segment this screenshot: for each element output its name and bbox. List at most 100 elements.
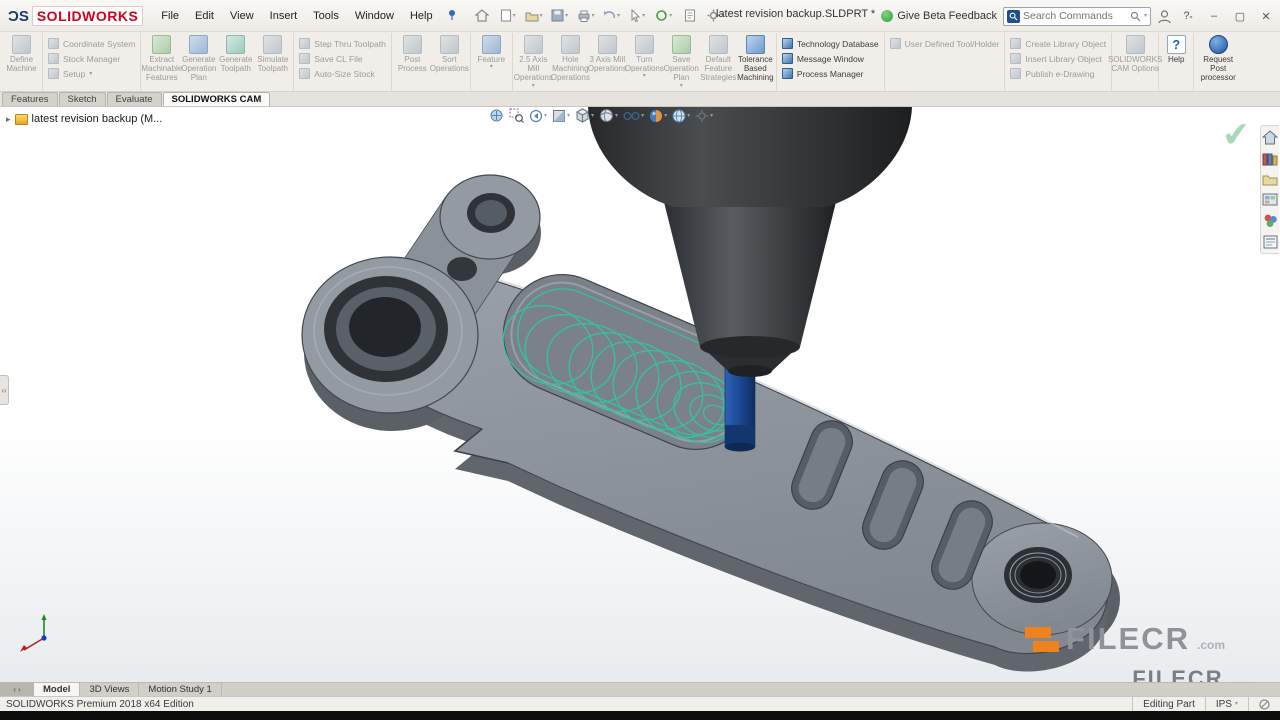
default-feature-strategies-button[interactable]: Default Feature Strategies — [700, 33, 737, 83]
display-style-button[interactable]: ▾ — [598, 107, 619, 124]
auto-size-stock-button[interactable]: Auto-Size Stock — [299, 68, 386, 79]
simulate-toolpath-button[interactable]: Simulate Toolpath — [254, 33, 291, 73]
new-document-button[interactable]: ▾ — [496, 6, 520, 26]
beta-feedback-button[interactable]: Give Beta Feedback — [881, 10, 997, 22]
mill-25axis-operations-icon — [523, 35, 543, 54]
maximize-button[interactable]: ▢ — [1230, 10, 1250, 23]
coordinate-system-button[interactable]: Coordinate System — [48, 38, 135, 49]
tab-solidworks-cam[interactable]: SOLIDWORKS CAM — [162, 92, 271, 106]
print-button[interactable]: ▾ — [574, 6, 598, 26]
custom-properties-icon[interactable] — [1263, 235, 1278, 249]
status-bar: SOLIDWORKS Premium 2018 x64 Edition Edit… — [0, 696, 1280, 711]
3d-scene[interactable] — [0, 107, 1280, 682]
part-main-boss[interactable] — [301, 256, 479, 414]
zoom-to-fit-button[interactable] — [488, 107, 505, 124]
define-machine-button[interactable]: Define Machine — [3, 33, 40, 73]
hole-machining-operations-button[interactable]: Hole Machining Operations — [551, 33, 590, 83]
tree-expand-icon[interactable]: ▸ — [6, 114, 11, 125]
request-post-processor-button[interactable]: Request Post processor — [1196, 33, 1240, 83]
part-threaded-hole[interactable] — [1004, 547, 1072, 603]
minimize-button[interactable]: – — [1204, 10, 1224, 22]
post-process-button[interactable]: Post Process — [394, 33, 431, 73]
cam-options-button[interactable]: SOLIDWORKS CAM Options — [1108, 33, 1162, 73]
save-cl-file-button[interactable]: Save CL File — [299, 53, 386, 64]
create-library-object-button[interactable]: Create Library Object — [1010, 38, 1106, 49]
zoom-to-area-button[interactable] — [508, 107, 525, 124]
search-commands-input[interactable] — [1023, 10, 1127, 22]
tab-evaluate[interactable]: Evaluate — [106, 92, 162, 106]
menu-help[interactable]: Help — [402, 6, 441, 26]
tab-sketch[interactable]: Sketch — [58, 92, 106, 106]
technology-database-button[interactable]: Technology Database — [781, 38, 879, 49]
tolerance-based-machining-button[interactable]: Tolerance Based Machining — [737, 33, 774, 83]
turn-operations-button[interactable]: Turn Operations ▾ — [625, 33, 664, 79]
sort-operations-button[interactable]: Sort Operations — [430, 33, 469, 73]
menu-insert[interactable]: Insert — [262, 6, 306, 26]
process-manager-button[interactable]: Process Manager — [781, 68, 879, 79]
auto-size-stock-icon — [299, 68, 311, 79]
message-window-button[interactable]: Message Window — [781, 53, 879, 64]
tab-scroll-buttons[interactable]: ‹ › — [0, 683, 34, 696]
mill-3axis-operations-button[interactable]: 3 Axis Mill Operations — [588, 33, 627, 73]
menu-view[interactable]: View — [222, 6, 262, 26]
tab-features[interactable]: Features — [2, 92, 58, 106]
stock-manager-button[interactable]: Stock Manager — [48, 53, 135, 64]
tab-3d-views[interactable]: 3D Views — [80, 683, 140, 696]
ribbon-group-machine: Define Machine — [1, 33, 43, 91]
step-thru-toolpath-button[interactable]: Step Thru Toolpath — [299, 38, 386, 49]
pin-menu-icon[interactable] — [441, 9, 464, 23]
beta-feedback-icon — [881, 10, 894, 22]
rebuild-button[interactable]: ▾ — [652, 6, 676, 26]
file-explorer-icon[interactable] — [1262, 173, 1278, 186]
command-manager-ribbon: Define Machine Coordinate System Stock M… — [0, 32, 1280, 92]
menu-window[interactable]: Window — [347, 6, 402, 26]
hide-show-items-button[interactable]: ▾ — [622, 109, 645, 123]
file-properties-button[interactable] — [678, 6, 702, 26]
save-button[interactable]: ▾ — [548, 6, 572, 26]
edit-appearance-button[interactable]: ▾ — [648, 108, 668, 124]
generate-operation-plan-button[interactable]: Generate Operation Plan — [180, 33, 217, 83]
tab-motion-study[interactable]: Motion Study 1 — [139, 683, 222, 696]
units-selector[interactable]: IPS ▾ — [1204, 697, 1248, 711]
menu-edit[interactable]: Edit — [187, 6, 222, 26]
view-orientation-button[interactable]: ▾ — [574, 107, 595, 124]
generate-toolpath-button[interactable]: Generate Toolpath — [217, 33, 254, 73]
view-palette-icon[interactable] — [1262, 193, 1278, 206]
apply-scene-button[interactable]: ▾ — [671, 108, 691, 124]
user-defined-tool-holder-button[interactable]: User Defined Tool/Holder — [889, 38, 999, 49]
menu-file[interactable]: File — [153, 6, 187, 26]
undo-button[interactable]: ▾ — [600, 6, 624, 26]
menu-tools[interactable]: Tools — [305, 6, 347, 26]
setup-icon — [48, 68, 59, 79]
publish-e-drawing-button[interactable]: Publish e-Drawing — [1010, 68, 1106, 79]
section-view-button[interactable]: ▾ — [551, 108, 571, 124]
mill-25axis-operations-button[interactable]: 2.5 Axis Mill Operations ▾ — [514, 33, 553, 89]
solidworks-resources-icon[interactable] — [1262, 130, 1278, 145]
process-manager-icon — [781, 68, 793, 79]
view-settings-button[interactable]: ▾ — [694, 108, 714, 124]
feature-tree-root[interactable]: ▸ latest revision backup (M... — [6, 113, 162, 125]
insert-library-object-button[interactable]: Insert Library Object — [1010, 53, 1106, 64]
design-library-icon[interactable] — [1262, 152, 1278, 166]
graphics-viewport[interactable]: ▾ ▾ ▾ ▾ ▾ ▾ ▾ ▾ ▸ latest revision backup… — [0, 107, 1280, 682]
home-button[interactable] — [470, 6, 494, 26]
select-button[interactable]: ▾ — [626, 6, 650, 26]
appearances-scenes-icon[interactable] — [1263, 213, 1278, 228]
close-button[interactable]: ✕ — [1256, 10, 1276, 23]
panel-collapse-tab[interactable]: ‹‹ — [0, 375, 9, 405]
tab-model[interactable]: Model — [34, 683, 81, 696]
ribbon-group-operations: 2.5 Axis Mill Operations ▾ Hole Machinin… — [513, 33, 777, 91]
save-operation-plan-button[interactable]: Save Operation Plan ▾ — [663, 33, 700, 89]
feature-button[interactable]: Feature ▾ — [473, 33, 510, 70]
define-machine-icon — [12, 35, 31, 54]
extract-machinable-features-button[interactable]: Extract Machinable Features — [141, 33, 182, 83]
help-menu-button[interactable]: ?▾ — [1178, 10, 1198, 22]
search-dropdown-icon[interactable]: ▾ — [1144, 13, 1147, 19]
custom-properties-tag-icon[interactable] — [1248, 697, 1280, 711]
setup-button[interactable]: Setup ▾ — [48, 68, 135, 79]
user-account-icon[interactable] — [1157, 9, 1172, 24]
cam-help-button[interactable]: ? Help — [1161, 33, 1191, 64]
previous-view-button[interactable]: ▾ — [528, 108, 548, 124]
search-commands-box[interactable]: ▾ — [1003, 6, 1151, 26]
open-button[interactable]: ▾ — [522, 6, 546, 26]
